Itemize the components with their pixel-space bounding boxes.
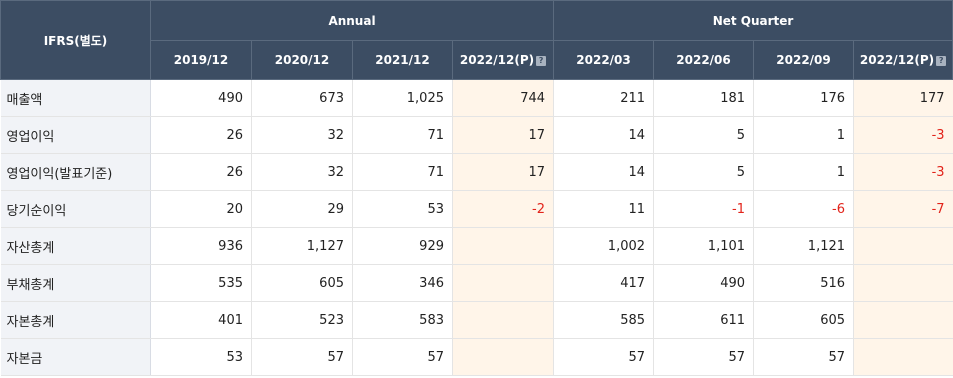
table-cell: 57 — [753, 338, 854, 376]
table-cell-estimate: 177 — [853, 79, 953, 117]
table-cell: 585 — [553, 301, 654, 339]
table-cell-estimate — [451, 301, 554, 339]
table-cell-estimate: -3 — [853, 153, 953, 191]
table-row: 영업이익(발표기준) 26 32 71 17 14 5 1 -3 — [0, 153, 953, 191]
table-cell: 53 — [352, 190, 453, 228]
table-cell: 20 — [150, 190, 252, 228]
row-label[interactable]: 부채총계 — [0, 264, 151, 302]
table-row: 자산총계 936 1,127 929 1,002 1,101 1,121 — [0, 227, 953, 265]
table-cell: 57 — [251, 338, 353, 376]
help-icon[interactable]: ? — [936, 56, 947, 66]
table-cell: 673 — [251, 79, 353, 117]
table-cell: 5 — [653, 153, 754, 191]
row-label[interactable]: 자산총계 — [0, 227, 151, 265]
table-cell: 176 — [753, 79, 854, 117]
table-cell-estimate — [451, 264, 554, 302]
quarter-group-header: Net Quarter — [553, 0, 953, 41]
table-cell-estimate — [451, 227, 554, 265]
table-cell: 57 — [653, 338, 754, 376]
table-cell: 523 — [251, 301, 353, 339]
table-cell: 535 — [150, 264, 252, 302]
corner-label: IFRS(별도) — [0, 0, 151, 80]
table-cell: 417 — [553, 264, 654, 302]
table-cell: 181 — [653, 79, 754, 117]
table-cell: 516 — [753, 264, 854, 302]
table-cell: 1,127 — [251, 227, 353, 265]
table-cell: 29 — [251, 190, 353, 228]
table-cell: 605 — [251, 264, 353, 302]
row-label[interactable]: 영업이익(발표기준) — [0, 153, 151, 191]
table-cell-estimate — [853, 227, 953, 265]
table-cell: 5 — [653, 116, 754, 154]
table-row: 자본금 53 57 57 57 57 57 — [0, 338, 953, 376]
table-cell: 1,121 — [753, 227, 854, 265]
table-cell-estimate — [853, 338, 953, 376]
table-cell: 211 — [553, 79, 654, 117]
table-cell: 1 — [753, 153, 854, 191]
table-cell: 71 — [352, 153, 453, 191]
table-cell-estimate: -3 — [853, 116, 953, 154]
table-cell: 936 — [150, 227, 252, 265]
period-header-estimate: 2022/12(P)? — [451, 40, 555, 80]
table-cell: -1 — [653, 190, 754, 228]
table-cell: 71 — [352, 116, 453, 154]
table-cell: 53 — [150, 338, 252, 376]
table-row: 영업이익 26 32 71 17 14 5 1 -3 — [0, 116, 953, 154]
period-header: 2022/03 — [553, 40, 655, 80]
table-cell-estimate: 17 — [451, 153, 554, 191]
period-header: 2020/12 — [251, 40, 353, 80]
table-cell: 583 — [352, 301, 453, 339]
table-cell: 1,002 — [553, 227, 654, 265]
period-header-estimate: 2022/12(P)? — [853, 40, 953, 80]
table-cell: 57 — [553, 338, 654, 376]
table-cell: 14 — [553, 153, 654, 191]
table-cell: 14 — [553, 116, 654, 154]
table-cell: 57 — [352, 338, 453, 376]
table-row: 당기순이익 20 29 53 -2 11 -1 -6 -7 — [0, 190, 953, 228]
table-cell: 26 — [150, 116, 252, 154]
table-cell: 11 — [553, 190, 654, 228]
table-cell: -6 — [753, 190, 854, 228]
table-cell: 401 — [150, 301, 252, 339]
table-cell-estimate: -2 — [451, 190, 554, 228]
table-cell-estimate — [451, 338, 554, 376]
table-cell: 1,101 — [653, 227, 754, 265]
annual-group-header: Annual — [149, 0, 555, 41]
table-cell: 490 — [150, 79, 252, 117]
row-label[interactable]: 당기순이익 — [0, 190, 151, 228]
table-cell: 611 — [653, 301, 754, 339]
table-cell-estimate — [853, 264, 953, 302]
table-cell: 929 — [352, 227, 453, 265]
row-label[interactable]: 자본총계 — [0, 301, 151, 339]
table-cell-estimate: 744 — [451, 79, 554, 117]
table-row: 부채총계 535 605 346 417 490 516 — [0, 264, 953, 302]
period-header: 2019/12 — [150, 40, 252, 80]
row-label[interactable]: 매출액 — [0, 79, 151, 117]
financial-summary-table: IFRS(별도) Annual Net Quarter 2019/12 2020… — [0, 0, 953, 376]
table-cell: 26 — [150, 153, 252, 191]
table-cell-estimate: 17 — [451, 116, 554, 154]
row-label[interactable]: 영업이익 — [0, 116, 151, 154]
table-cell: 32 — [251, 116, 353, 154]
period-header: 2022/09 — [753, 40, 855, 80]
row-label[interactable]: 자본금 — [0, 338, 151, 376]
table-cell: 32 — [251, 153, 353, 191]
period-header: 2022/06 — [653, 40, 755, 80]
table-cell: 490 — [653, 264, 754, 302]
table-cell: 605 — [753, 301, 854, 339]
table-cell: 1 — [753, 116, 854, 154]
table-cell-estimate: -7 — [853, 190, 953, 228]
table-cell-estimate — [853, 301, 953, 339]
table-row: 자본총계 401 523 583 585 611 605 — [0, 301, 953, 339]
period-header: 2021/12 — [352, 40, 453, 80]
help-icon[interactable]: ? — [536, 56, 547, 66]
table-cell: 346 — [352, 264, 453, 302]
table-row: 매출액 490 673 1,025 744 211 181 176 177 — [0, 79, 953, 117]
table-cell: 1,025 — [352, 79, 453, 117]
